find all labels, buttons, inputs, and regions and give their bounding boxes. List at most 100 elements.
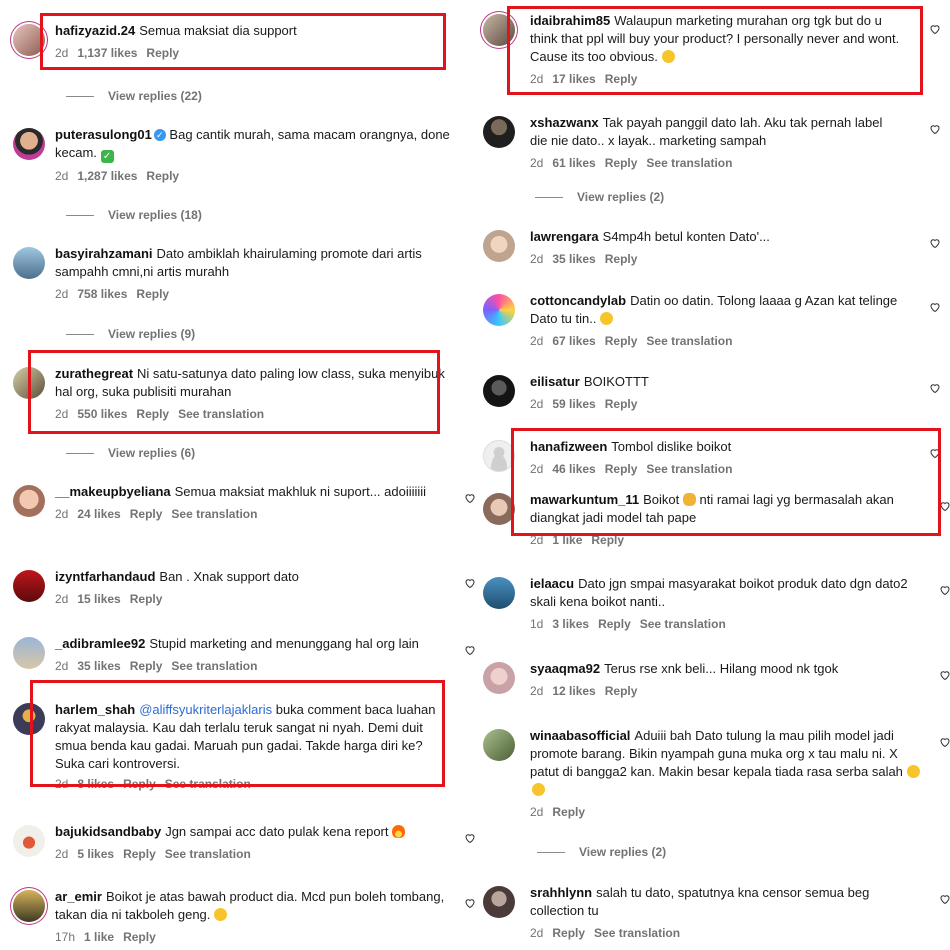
like-heart-icon[interactable] bbox=[463, 491, 475, 505]
avatar[interactable] bbox=[13, 247, 45, 279]
comment-username[interactable]: xshazwanx bbox=[530, 115, 599, 130]
reply-button[interactable]: Reply bbox=[552, 926, 585, 940]
view-replies-button[interactable]: View replies (2) bbox=[535, 190, 664, 204]
like-count[interactable]: 15 likes bbox=[77, 592, 120, 606]
like-count[interactable]: 24 likes bbox=[77, 507, 120, 521]
comment-username[interactable]: srahhlynn bbox=[530, 885, 592, 900]
view-replies-button[interactable]: View replies (18) bbox=[66, 208, 202, 222]
comment-username[interactable]: ielaacu bbox=[530, 576, 574, 591]
like-count[interactable]: 1 like bbox=[84, 930, 114, 944]
see-translation-button[interactable]: See translation bbox=[165, 777, 251, 791]
reply-button[interactable]: Reply bbox=[605, 462, 638, 476]
comment-username[interactable]: harlem_shah bbox=[55, 702, 135, 717]
like-heart-icon[interactable] bbox=[463, 576, 475, 590]
like-heart-icon[interactable] bbox=[938, 735, 950, 749]
like-count[interactable]: 1,137 likes bbox=[77, 46, 137, 60]
view-replies-button[interactable]: View replies (22) bbox=[66, 89, 202, 103]
avatar[interactable] bbox=[483, 14, 515, 46]
comment-username[interactable]: idaibrahim85 bbox=[530, 13, 610, 28]
like-heart-icon[interactable] bbox=[928, 236, 942, 250]
reply-button[interactable]: Reply bbox=[130, 507, 163, 521]
view-replies-button[interactable]: View replies (6) bbox=[66, 446, 195, 460]
like-count[interactable]: 59 likes bbox=[552, 397, 595, 411]
reply-button[interactable]: Reply bbox=[130, 592, 163, 606]
like-count[interactable]: 1,287 likes bbox=[77, 169, 137, 183]
avatar[interactable] bbox=[13, 367, 45, 399]
avatar[interactable] bbox=[13, 128, 45, 160]
comment-username[interactable]: ar_emir bbox=[55, 889, 102, 904]
like-count[interactable]: 758 likes bbox=[77, 287, 127, 301]
avatar[interactable] bbox=[483, 577, 515, 609]
reply-button[interactable]: Reply bbox=[591, 533, 624, 547]
like-heart-icon[interactable] bbox=[463, 831, 475, 845]
comment-username[interactable]: hanafizween bbox=[530, 439, 607, 454]
see-translation-button[interactable]: See translation bbox=[171, 507, 257, 521]
see-translation-button[interactable]: See translation bbox=[646, 462, 732, 476]
reply-button[interactable]: Reply bbox=[605, 334, 638, 348]
comment-username[interactable]: hafizyazid.24 bbox=[55, 23, 135, 38]
like-count[interactable]: 61 likes bbox=[552, 156, 595, 170]
see-translation-button[interactable]: See translation bbox=[640, 617, 726, 631]
reply-button[interactable]: Reply bbox=[123, 777, 156, 791]
see-translation-button[interactable]: See translation bbox=[594, 926, 680, 940]
like-count[interactable]: 67 likes bbox=[552, 334, 595, 348]
avatar[interactable] bbox=[13, 703, 45, 735]
avatar[interactable] bbox=[13, 825, 45, 857]
avatar[interactable] bbox=[483, 375, 515, 407]
like-heart-icon[interactable] bbox=[938, 499, 950, 513]
like-count[interactable]: 17 likes bbox=[552, 72, 595, 86]
like-heart-icon[interactable] bbox=[928, 122, 942, 136]
reply-button[interactable]: Reply bbox=[136, 407, 169, 421]
comment-username[interactable]: syaaqma92 bbox=[530, 661, 600, 676]
like-count[interactable]: 35 likes bbox=[552, 252, 595, 266]
like-count[interactable]: 46 likes bbox=[552, 462, 595, 476]
reply-button[interactable]: Reply bbox=[605, 156, 638, 170]
comment-username[interactable]: winaabasofficial bbox=[530, 728, 630, 743]
avatar[interactable] bbox=[483, 729, 515, 761]
like-count[interactable]: 5 likes bbox=[77, 847, 114, 861]
like-heart-icon[interactable] bbox=[938, 668, 950, 682]
see-translation-button[interactable]: See translation bbox=[171, 659, 257, 673]
comment-username[interactable]: puterasulong01 bbox=[55, 127, 152, 142]
comment-username[interactable]: _adibramlee92 bbox=[55, 636, 145, 651]
like-count[interactable]: 550 likes bbox=[77, 407, 127, 421]
like-heart-icon[interactable] bbox=[938, 583, 950, 597]
comment-username[interactable]: basyirahzamani bbox=[55, 246, 153, 261]
reply-button[interactable]: Reply bbox=[605, 252, 638, 266]
comment-mention-link[interactable]: @aliffsyukriterlajaklaris bbox=[139, 702, 272, 717]
see-translation-button[interactable]: See translation bbox=[646, 334, 732, 348]
like-heart-icon[interactable] bbox=[928, 22, 942, 36]
like-heart-icon[interactable] bbox=[938, 892, 950, 906]
avatar[interactable] bbox=[483, 294, 515, 326]
see-translation-button[interactable]: See translation bbox=[646, 156, 732, 170]
comment-username[interactable]: lawrengara bbox=[530, 229, 599, 244]
view-replies-button[interactable]: View replies (9) bbox=[66, 327, 195, 341]
avatar[interactable] bbox=[483, 440, 515, 472]
see-translation-button[interactable]: See translation bbox=[165, 847, 251, 861]
reply-button[interactable]: Reply bbox=[130, 659, 163, 673]
reply-button[interactable]: Reply bbox=[136, 287, 169, 301]
avatar[interactable] bbox=[483, 886, 515, 918]
view-replies-button[interactable]: View replies (2) bbox=[537, 845, 666, 859]
avatar[interactable] bbox=[13, 485, 45, 517]
comment-username[interactable]: eilisatur bbox=[530, 374, 580, 389]
like-count[interactable]: 12 likes bbox=[552, 684, 595, 698]
like-heart-icon[interactable] bbox=[928, 446, 942, 460]
see-translation-button[interactable]: See translation bbox=[178, 407, 264, 421]
reply-button[interactable]: Reply bbox=[605, 684, 638, 698]
comment-username[interactable]: izyntfarhandaud bbox=[55, 569, 155, 584]
like-heart-icon[interactable] bbox=[928, 300, 942, 314]
comment-username[interactable]: __makeupbyeliana bbox=[55, 484, 171, 499]
avatar[interactable] bbox=[483, 662, 515, 694]
reply-button[interactable]: Reply bbox=[605, 72, 638, 86]
avatar[interactable] bbox=[13, 637, 45, 669]
reply-button[interactable]: Reply bbox=[146, 46, 179, 60]
reply-button[interactable]: Reply bbox=[552, 805, 585, 819]
comment-username[interactable]: mawarkuntum_11 bbox=[530, 492, 639, 507]
like-count[interactable]: 1 like bbox=[552, 533, 582, 547]
comment-username[interactable]: cottoncandylab bbox=[530, 293, 626, 308]
like-heart-icon[interactable] bbox=[463, 896, 475, 910]
comment-username[interactable]: bajukidsandbaby bbox=[55, 824, 161, 839]
reply-button[interactable]: Reply bbox=[123, 930, 156, 944]
like-count[interactable]: 8 likes bbox=[77, 777, 114, 791]
